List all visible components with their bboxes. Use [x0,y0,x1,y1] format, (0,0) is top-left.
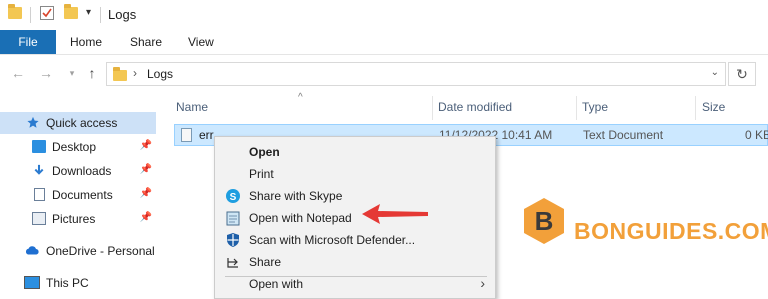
column-header-name[interactable]: Name [176,100,208,114]
properties-icon[interactable] [40,6,54,20]
sidebar-item-quick-access[interactable]: Quick access [0,112,156,134]
sidebar-item-documents[interactable]: Documents 📌 [0,184,156,206]
menu-item-share[interactable]: Share [215,251,495,273]
navigation-pane: Quick access Desktop 📌 Downloads 📌 Docum… [0,96,160,297]
pin-icon[interactable]: 📌 [140,140,152,151]
menu-item-share-with-skype[interactable]: S Share with Skype [215,185,495,207]
menu-item-label: Open with [249,277,304,291]
divider [30,7,31,23]
skype-icon: S [226,189,240,203]
menu-item-print[interactable]: Print [215,163,495,185]
sidebar-item-label: OneDrive - Personal [46,244,155,258]
divider [100,7,101,23]
menu-item-open[interactable]: Open [215,141,495,163]
tab-view[interactable]: View [188,30,214,54]
sidebar-item-desktop[interactable]: Desktop 📌 [0,136,156,158]
window-title: Logs [108,7,137,22]
menu-item-open-with-notepad[interactable]: Open with Notepad [215,207,495,229]
pictures-icon [32,212,46,225]
sidebar-item-label: This PC [46,276,89,290]
ribbon-tabs: File Home Share View [0,30,768,55]
sidebar-item-label: Documents [52,188,113,202]
back-icon[interactable]: ← [10,65,26,81]
sidebar-item-label: Desktop [52,140,97,154]
desktop-icon [32,140,46,153]
title-bar: ▾ Logs [0,0,768,30]
tab-home[interactable]: Home [70,30,102,54]
forward-icon[interactable]: → [38,65,54,81]
watermark-text: BONGUIDES.COM [574,218,768,244]
column-header-date[interactable]: Date modified [438,100,512,114]
defender-shield-icon [227,233,239,247]
new-folder-icon[interactable] [64,4,78,19]
chevron-down-icon[interactable]: ⌄ [711,67,719,78]
tab-share[interactable]: Share [130,30,162,54]
star-icon [27,116,39,128]
customize-toolbar-icon[interactable]: ▾ [86,6,96,18]
document-icon [34,188,45,201]
svg-text:S: S [230,192,237,203]
address-path[interactable]: Logs [147,67,173,81]
tab-file[interactable]: File [0,30,56,54]
sidebar-item-this-pc[interactable]: This PC [0,272,156,294]
recent-locations-icon[interactable]: ▾ [64,65,80,81]
pin-icon[interactable]: 📌 [140,188,152,199]
column-divider[interactable] [432,96,433,120]
column-header-type[interactable]: Type [582,100,608,114]
notepad-icon [226,211,240,226]
context-menu: Open Print S Share with Skype Open with … [214,136,496,299]
menu-item-scan-defender[interactable]: Scan with Microsoft Defender... [215,229,495,251]
text-file-icon [181,128,192,142]
sort-ascending-icon: ^ [298,92,303,103]
sidebar-item-label: Pictures [52,212,96,226]
menu-item-label: Share with Skype [249,189,343,203]
column-header-size[interactable]: Size [702,100,725,114]
address-bar[interactable]: › Logs ⌄ [106,62,726,86]
sidebar-item-label: Downloads [52,164,112,178]
navigation-bar: ← → ▾ ↑ › Logs ⌄ ↻ [0,58,768,90]
share-icon [227,258,238,268]
chevron-right-icon: › [480,275,485,291]
file-type: Text Document [583,128,664,142]
menu-item-label: Open with Notepad [249,211,352,225]
pin-icon[interactable]: 📌 [140,164,152,175]
download-icon [34,164,44,175]
menu-item-label: Print [249,167,274,181]
sidebar-item-downloads[interactable]: Downloads 📌 [0,160,156,182]
file-name[interactable]: err [199,128,214,142]
menu-item-open-with[interactable]: Open with › [215,273,495,295]
sidebar-item-label: Quick access [46,116,118,130]
chevron-right-icon[interactable]: › [133,66,137,80]
bonguides-logo-icon: B [524,198,564,244]
menu-item-label: Open [249,145,280,159]
up-icon[interactable]: ↑ [84,65,100,81]
column-divider[interactable] [576,96,577,120]
folder-icon [8,4,22,19]
annotation-arrow-icon [362,204,428,224]
folder-icon [113,67,127,81]
menu-item-label: Share [249,255,282,269]
refresh-icon[interactable]: ↻ [728,62,756,86]
sidebar-item-pictures[interactable]: Pictures 📌 [0,208,156,230]
menu-item-label: Scan with Microsoft Defender... [249,233,416,247]
computer-icon [24,276,40,289]
sidebar-item-onedrive[interactable]: OneDrive - Personal [0,240,156,262]
cloud-icon [25,246,39,255]
pin-icon[interactable]: 📌 [140,212,152,223]
file-size: 0 KB [745,128,768,142]
column-divider[interactable] [695,96,696,120]
logo-letter: B [535,206,554,236]
